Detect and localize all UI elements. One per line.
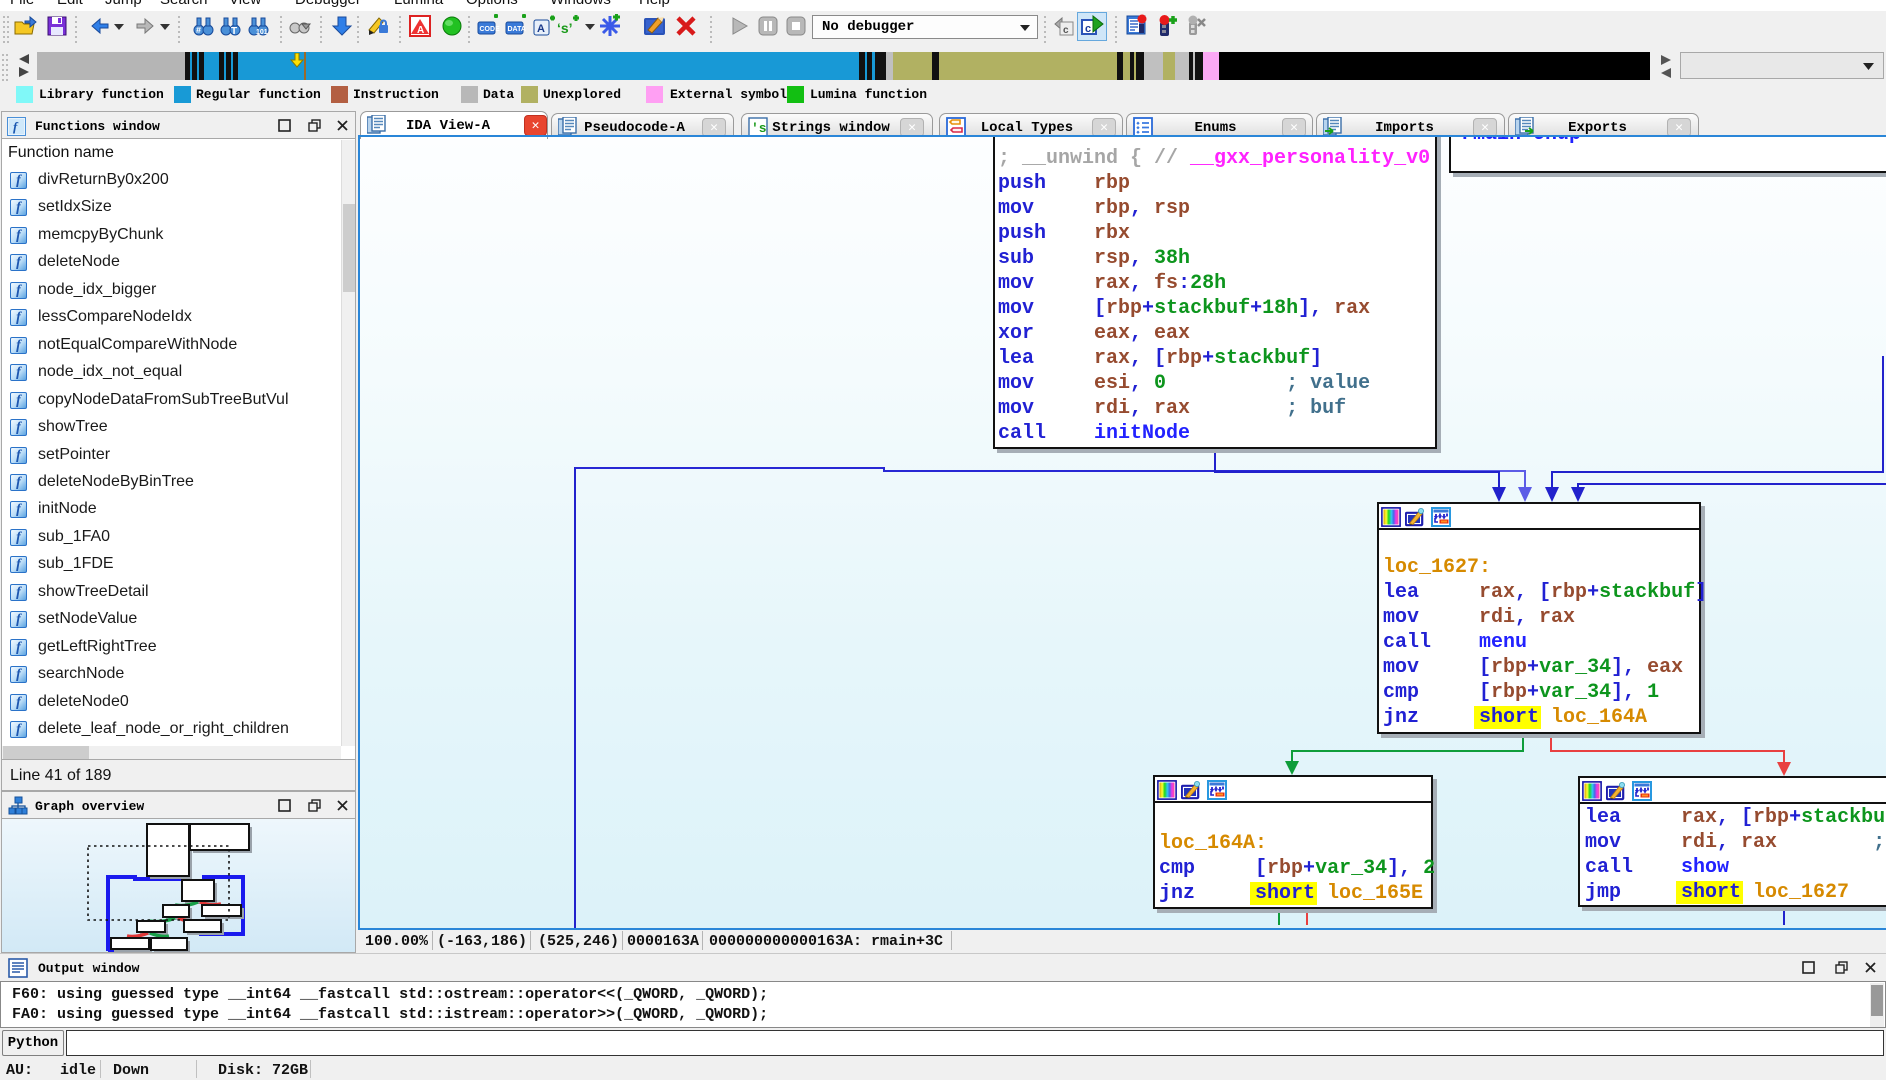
svg-text:#: # — [196, 25, 201, 35]
svg-text:A: A — [417, 25, 424, 36]
svg-text:‘s’: ‘s’ — [557, 20, 573, 36]
svg-text:T: T — [231, 26, 237, 37]
svg-text:c: c — [1085, 23, 1091, 35]
svg-text:CODE: CODE — [480, 26, 501, 33]
svg-text:c: c — [1063, 25, 1069, 36]
svg-text:A: A — [537, 23, 545, 35]
svg-text:101: 101 — [256, 29, 268, 36]
svg-text:DATA: DATA — [508, 26, 526, 33]
